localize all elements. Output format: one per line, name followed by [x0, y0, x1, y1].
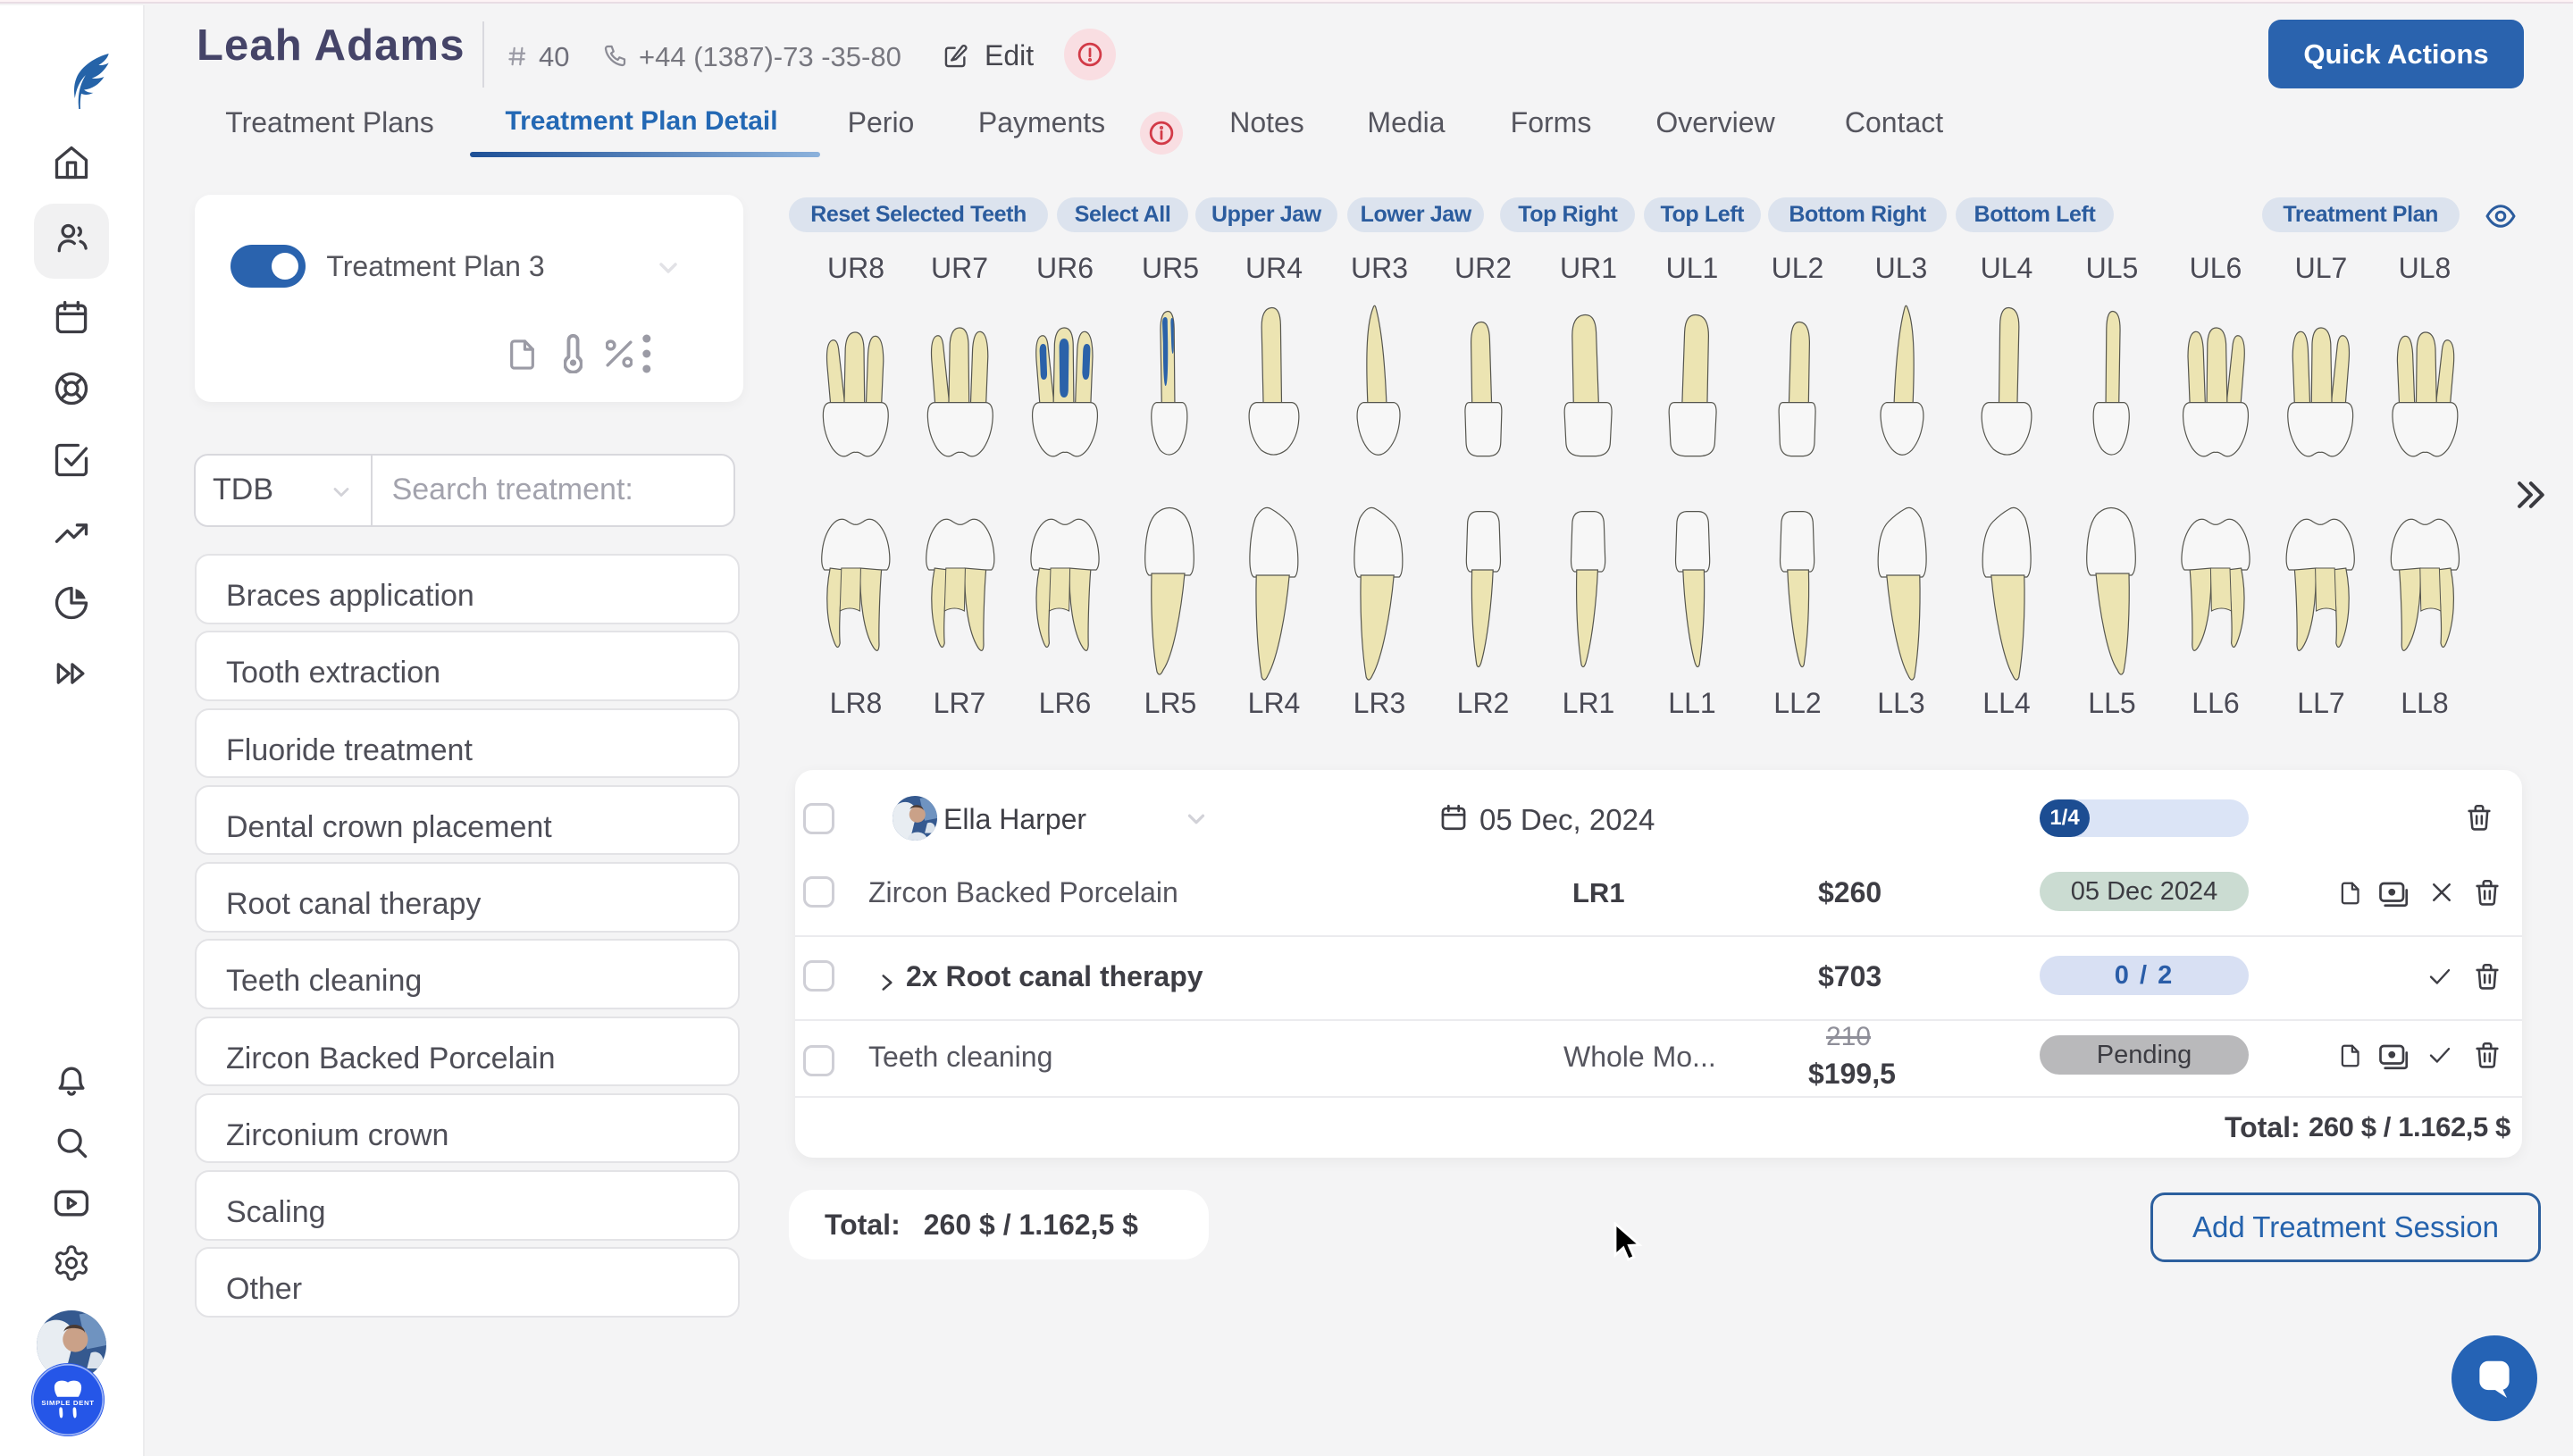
- svg-text:SIMPLE DENT: SIMPLE DENT: [41, 1399, 94, 1407]
